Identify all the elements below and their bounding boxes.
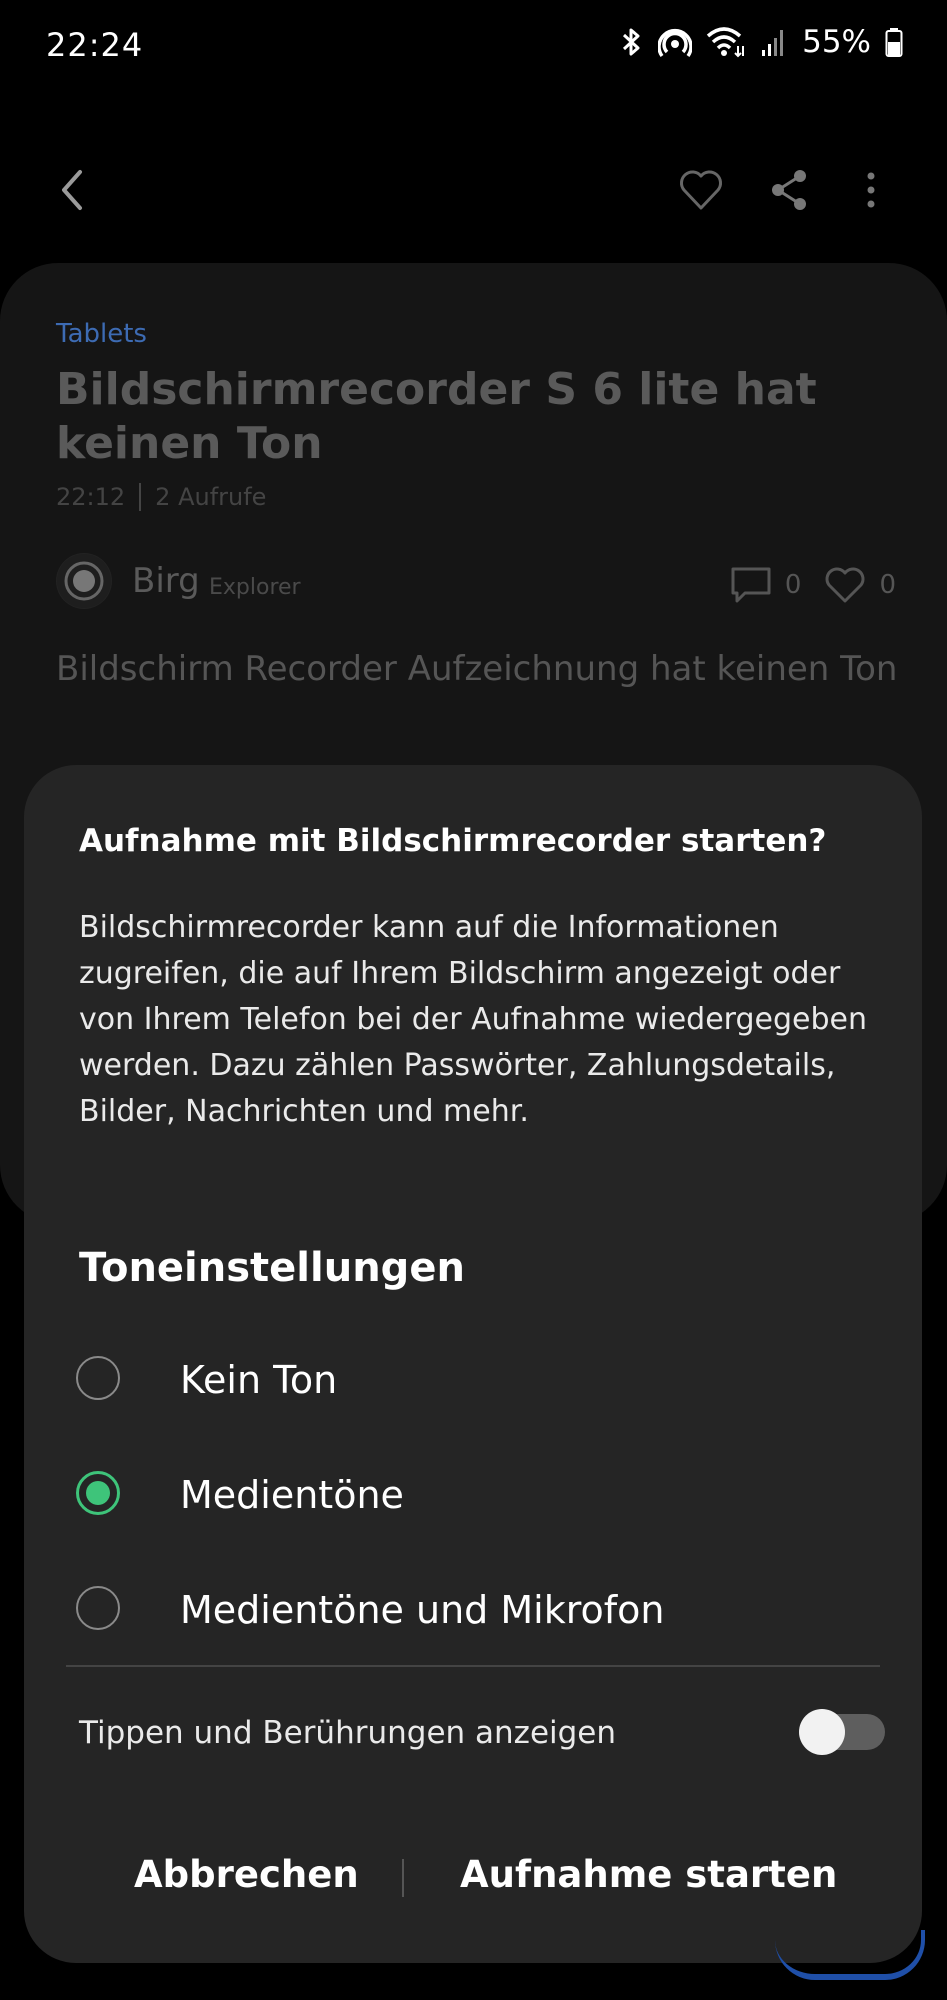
comment-count: 0 bbox=[784, 570, 802, 600]
cancel-button[interactable]: Abbrechen bbox=[134, 1853, 359, 1896]
heart-icon[interactable] bbox=[678, 168, 724, 212]
option-no-sound[interactable]: Kein Ton bbox=[76, 1340, 896, 1420]
author-row: Birg Explorer 0 0 bbox=[56, 553, 896, 613]
more-icon[interactable] bbox=[864, 168, 878, 212]
show-taps-label: Tippen und Berührungen anzeigen bbox=[79, 1715, 617, 1751]
button-divider bbox=[402, 1859, 404, 1897]
share-icon[interactable] bbox=[768, 168, 810, 212]
start-recording-button[interactable]: Aufnahme starten bbox=[460, 1853, 837, 1896]
app-bar bbox=[0, 140, 947, 240]
floating-action-button bbox=[775, 1930, 925, 1980]
comment-icon bbox=[731, 567, 771, 603]
option-media-and-mic[interactable]: Medientöne und Mikrofon bbox=[76, 1570, 896, 1650]
author-role: Explorer bbox=[209, 575, 301, 600]
radio-button[interactable] bbox=[76, 1586, 120, 1630]
option-label: Kein Ton bbox=[180, 1358, 338, 1402]
post-title: Bildschirmrecorder S 6 lite hat keinen T… bbox=[56, 364, 817, 469]
author-name[interactable]: Birg bbox=[132, 561, 200, 601]
signal-icon bbox=[762, 30, 784, 56]
radio-button[interactable] bbox=[76, 1356, 120, 1400]
like-count: 0 bbox=[879, 570, 896, 600]
bluetooth-icon bbox=[623, 28, 640, 56]
avatar[interactable] bbox=[56, 553, 112, 609]
post-category[interactable]: Tablets bbox=[56, 319, 147, 349]
status-time: 22:24 bbox=[46, 26, 144, 64]
show-taps-toggle[interactable] bbox=[799, 1709, 885, 1755]
option-label: Medientöne bbox=[180, 1473, 404, 1517]
option-label: Medientöne und Mikrofon bbox=[180, 1588, 665, 1632]
back-icon[interactable] bbox=[58, 168, 88, 212]
dialog-actions: Abbrechen Aufnahme starten bbox=[24, 1845, 922, 1915]
divider bbox=[66, 1665, 880, 1667]
wifi-icon bbox=[706, 27, 745, 58]
post-views: 2 Aufrufe bbox=[155, 483, 267, 511]
battery-icon bbox=[885, 28, 903, 57]
post-body: Bildschirm Recorder Aufzeichnung hat kei… bbox=[56, 649, 898, 689]
dialog-description: Bildschirmrecorder kann auf die Informat… bbox=[79, 910, 867, 1129]
show-taps-row[interactable]: Tippen und Berührungen anzeigen bbox=[79, 1705, 885, 1765]
status-bar: 22:24 55% bbox=[0, 0, 947, 95]
screen-recorder-dialog: Aufnahme mit Bildschirmrecorder starten?… bbox=[24, 765, 922, 1963]
dialog-title: Aufnahme mit Bildschirmrecorder starten? bbox=[79, 823, 827, 859]
like-icon bbox=[826, 567, 865, 603]
option-media-sounds[interactable]: Medientöne bbox=[76, 1455, 896, 1535]
hotspot-icon bbox=[658, 28, 693, 58]
post-meta: 22:12 2 Aufrufe bbox=[56, 483, 266, 511]
post-stats: 0 0 bbox=[729, 565, 896, 605]
post-time: 22:12 bbox=[56, 483, 126, 511]
radio-button-selected[interactable] bbox=[76, 1471, 120, 1515]
sound-settings-heading: Toneinstellungen bbox=[79, 1245, 465, 1291]
status-icons: 55% bbox=[620, 24, 903, 60]
meta-divider bbox=[139, 483, 142, 511]
battery-percentage: 55% bbox=[802, 24, 871, 60]
toggle-knob bbox=[799, 1709, 845, 1755]
